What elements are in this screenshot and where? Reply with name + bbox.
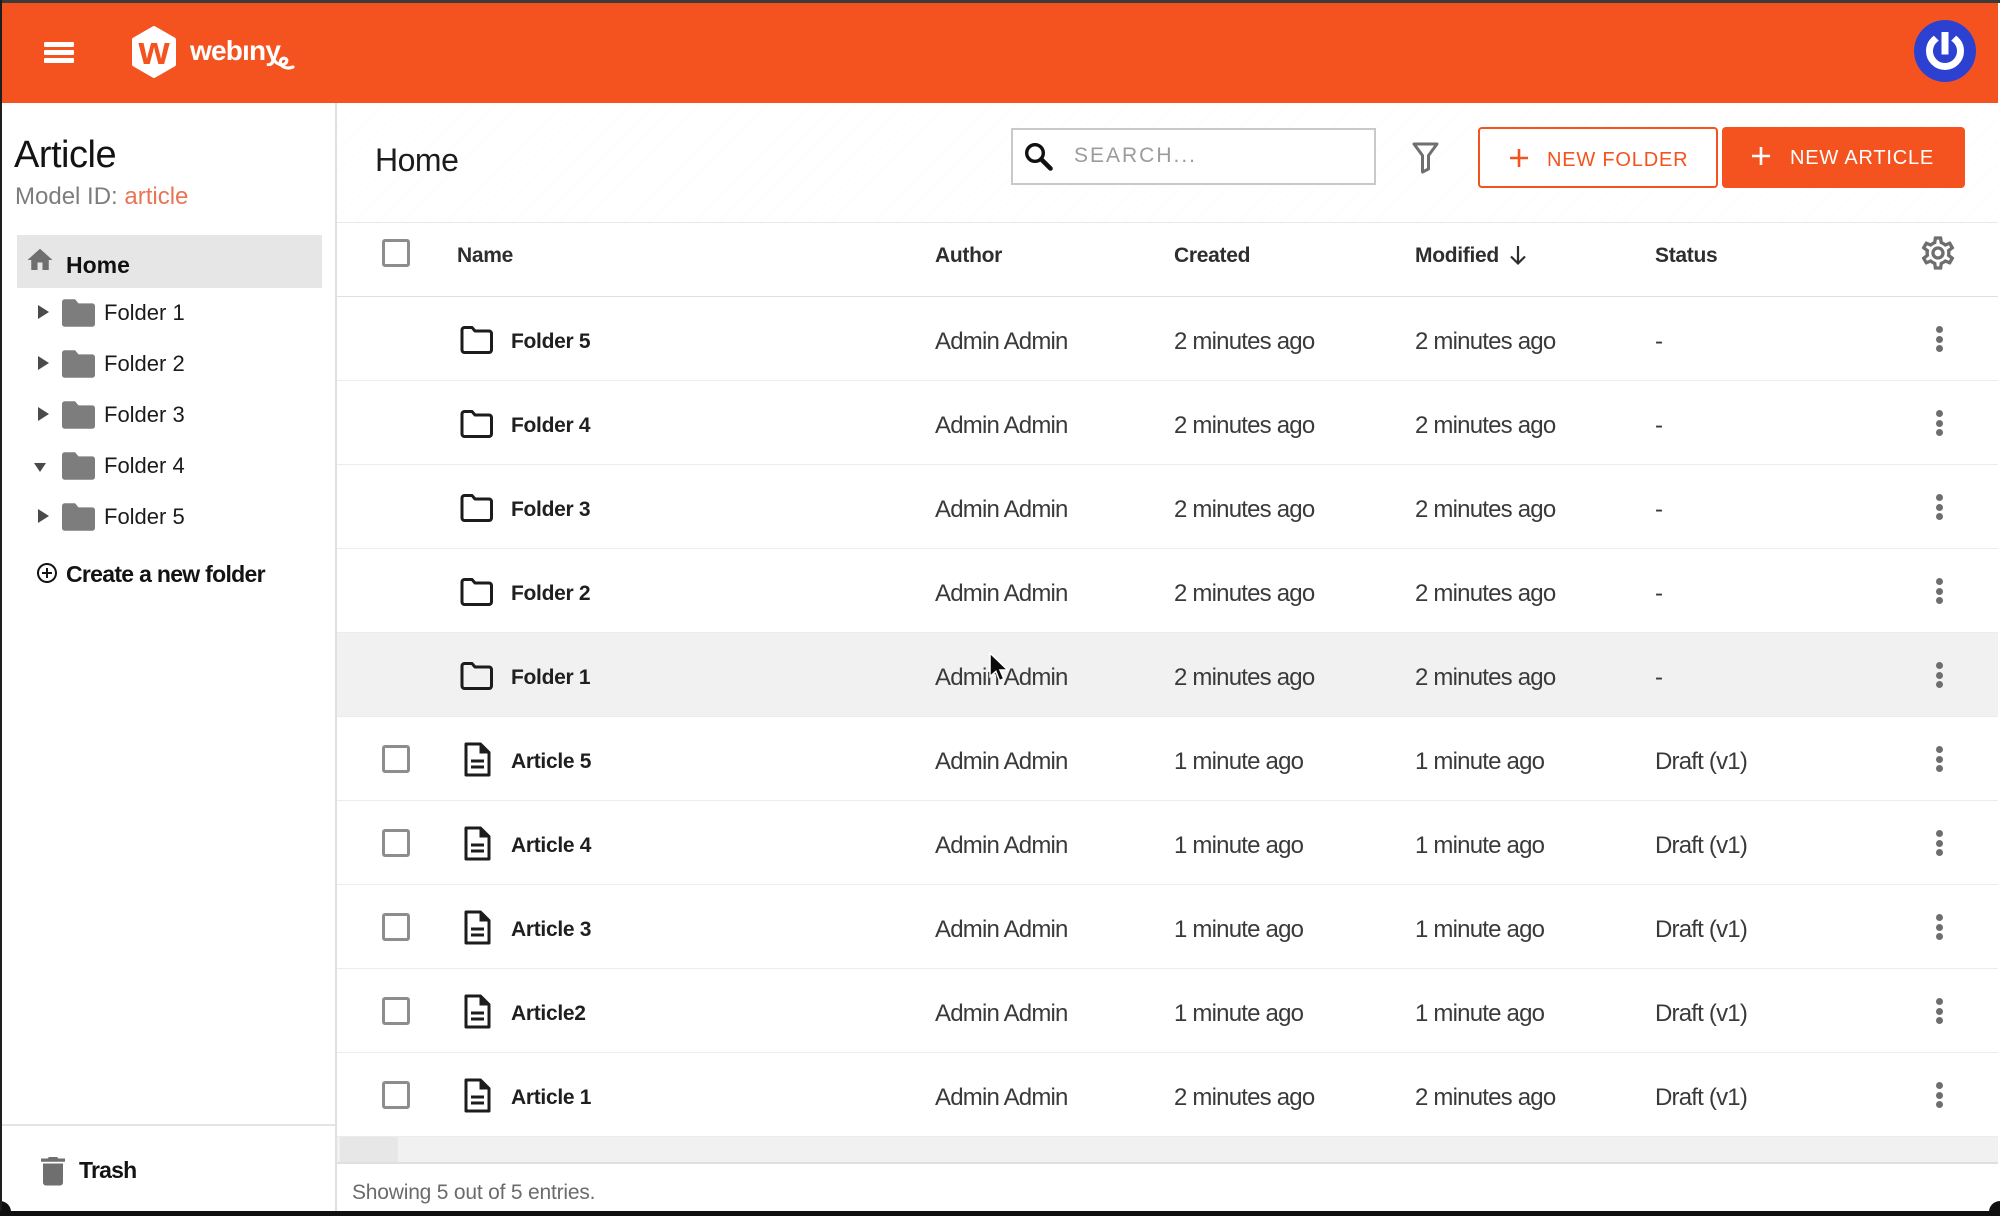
svg-text:w: w	[137, 29, 170, 73]
